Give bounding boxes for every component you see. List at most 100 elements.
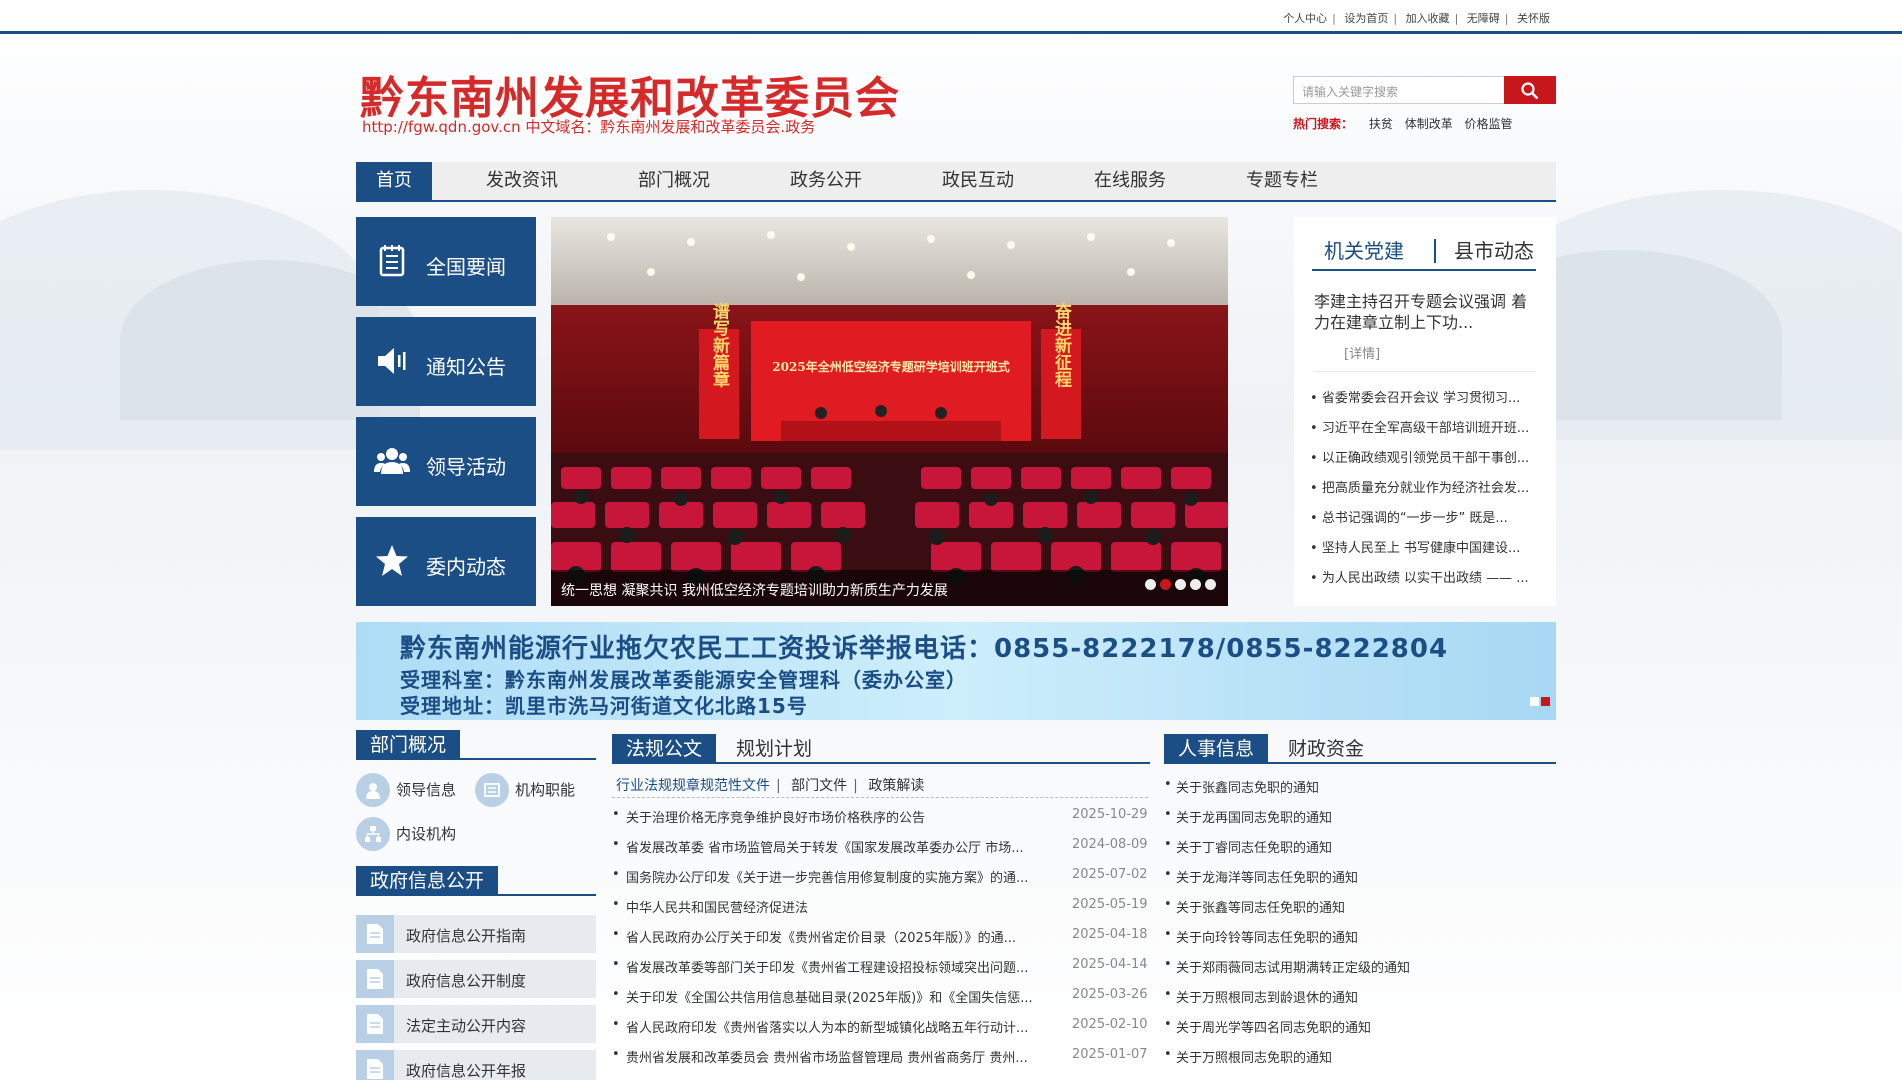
gov-info-system[interactable]: 政府信息公开制度	[356, 960, 596, 998]
list-item[interactable]: • 关于向玲铃等同志任免职的通知	[1164, 920, 1554, 950]
nav-interaction[interactable]: 政民互动	[928, 162, 1028, 200]
slider-dot-active[interactable]	[1160, 579, 1171, 590]
gov-info-section-title[interactable]: 政府信息公开	[356, 866, 499, 896]
table-row[interactable]: • 贵州省发展和改革委员会 贵州省市场监督管理局 贵州省商务厅 贵州... 2025…	[612, 1040, 1152, 1070]
law-title[interactable]: 省人民政府印发《贵州省落实以人为本的新型城镇化战略五年行动计...	[626, 1017, 1066, 1036]
subtab-industry-regulations[interactable]: 行业法规规章规范性文件	[616, 778, 770, 794]
slider-dot[interactable]	[1175, 579, 1186, 590]
law-title[interactable]: 贵州省发展和改革委员会 贵州省市场监督管理局 贵州省商务厅 贵州...	[626, 1047, 1066, 1066]
top-link-bookmark[interactable]: 加入收藏	[1406, 12, 1450, 25]
party-building-panel: 机关党建 县市动态 李建主持召开专题会议强调 着力在建章立制上下功... [详情…	[1294, 217, 1556, 606]
list-item[interactable]: • 关于郑雨薇同志试用期满转正定级的通知	[1164, 950, 1554, 980]
top-link-care-mode[interactable]: 关怀版	[1517, 12, 1550, 25]
top-link-set-homepage[interactable]: 设为首页	[1344, 12, 1388, 25]
tab-party-building[interactable]: 机关党建	[1324, 235, 1404, 264]
nav-home[interactable]: 首页	[356, 162, 432, 200]
nav-special-topics[interactable]: 专题专栏	[1232, 162, 1332, 200]
tab-personnel[interactable]: 人事信息	[1164, 734, 1269, 764]
list-item[interactable]: • 关于万照根同志到龄退休的通知	[1164, 980, 1554, 1010]
slide-image: 谱写新篇章 奋进新征程 2025年全州低空经济专题研学培训班开班式	[551, 217, 1228, 606]
quick-link-leader-activities[interactable]: 领导活动	[356, 417, 536, 506]
list-item[interactable]: • 关于张鑫等同志任免职的通知	[1164, 890, 1554, 920]
list-item[interactable]: • 关于张鑫同志免职的通知	[1164, 770, 1554, 800]
banner-dot-active[interactable]	[1541, 697, 1550, 706]
document-icon	[356, 1005, 394, 1043]
search-input[interactable]: 请输入关键字搜索	[1293, 76, 1505, 104]
list-item[interactable]: • 为人民出政绩 以实干出政绩 —— ...	[1310, 567, 1544, 597]
party-detail-link[interactable]: [详情]	[1344, 343, 1380, 362]
divider	[612, 797, 1148, 798]
gov-info-guide[interactable]: 政府信息公开指南	[356, 915, 596, 953]
tab-laws[interactable]: 法规公文	[612, 734, 717, 764]
gov-info-annual-report[interactable]: 政府信息公开年报	[356, 1050, 596, 1080]
news-slider[interactable]: 谱写新篇章 奋进新征程 2025年全州低空经济专题研学培训班开班式 统一思想 凝…	[551, 217, 1228, 606]
dept-leader-info[interactable]: 领导信息	[356, 773, 456, 807]
top-link-accessibility[interactable]: 无障碍	[1467, 12, 1500, 25]
slider-dot[interactable]	[1205, 579, 1216, 590]
dept-item-label: 内设机构	[396, 825, 457, 843]
people-icon	[374, 448, 410, 474]
main-nav: 首页 发改资讯 部门概况 政务公开 政民互动 在线服务 专题专栏	[356, 162, 1556, 202]
dept-functions[interactable]: 机构职能	[475, 773, 575, 807]
table-row[interactable]: • 关于印发《全国公共信用信息基础目录(2025年版)》和《全国失信惩... 202…	[612, 980, 1152, 1010]
list-item[interactable]: • 总书记强调的“一步一步” 既是...	[1310, 507, 1544, 537]
org-chart-icon	[356, 817, 390, 851]
banner-dot[interactable]	[1530, 697, 1539, 706]
list-item[interactable]: • 坚持人民至上 书写健康中国建设...	[1310, 537, 1544, 567]
search-button[interactable]	[1504, 76, 1556, 104]
banner-office: 受理科室：黔东南州发展改革委能源安全管理科（委办公室）	[400, 668, 967, 692]
list-item[interactable]: • 关于龙再国同志免职的通知	[1164, 800, 1554, 830]
nav-gov-affairs[interactable]: 政务公开	[776, 162, 876, 200]
gov-info-statutory-content[interactable]: 法定主动公开内容	[356, 1005, 596, 1043]
law-title[interactable]: 关于治理价格无序竞争维护良好市场价格秩序的公告	[626, 807, 1066, 826]
wage-complaint-banner[interactable]: 黔东南州能源行业拖欠农民工工资投诉举报电话：0855-8222178/0855-…	[356, 622, 1556, 720]
nav-dept-overview[interactable]: 部门概况	[624, 162, 724, 200]
quick-link-label: 领导活动	[426, 455, 506, 479]
list-item[interactable]: • 习近平在全军高级干部培训班开班...	[1310, 417, 1544, 447]
hot-search-term[interactable]: 扶贫	[1369, 117, 1393, 131]
slider-dot[interactable]	[1145, 579, 1156, 590]
tab-finance[interactable]: 财政资金	[1288, 734, 1364, 764]
top-link-personal-center[interactable]: 个人中心	[1283, 12, 1327, 25]
notepad-icon	[379, 245, 405, 277]
quick-link-notices[interactable]: 通知公告	[356, 317, 536, 406]
list-item[interactable]: • 关于龙海洋等同志任免职的通知	[1164, 860, 1554, 890]
hot-search-term[interactable]: 体制改革	[1405, 117, 1453, 131]
table-row[interactable]: • 关于治理价格无序竞争维护良好市场价格秩序的公告 2025-10-29	[612, 800, 1152, 830]
dept-section-title[interactable]: 部门概况	[356, 730, 461, 760]
nav-news[interactable]: 发改资讯	[472, 162, 572, 200]
hot-search-term[interactable]: 价格监管	[1465, 117, 1513, 131]
tab-plans[interactable]: 规划计划	[736, 734, 812, 764]
subtab-dept-documents[interactable]: 部门文件	[791, 778, 847, 794]
slide-caption[interactable]: 统一思想 凝聚共识 我州低空经济专题培训助力新质生产力发展	[551, 570, 1228, 606]
law-title[interactable]: 关于印发《全国公共信用信息基础目录(2025年版)》和《全国失信惩...	[626, 987, 1066, 1006]
list-item[interactable]: • 关于万照根同志免职的通知	[1164, 1040, 1554, 1070]
table-row[interactable]: • 省发展改革委等部门关于印发《贵州省工程建设招投标领域突出问题... 2025-0…	[612, 950, 1152, 980]
quick-link-national-news[interactable]: 全国要闻	[356, 217, 536, 306]
slide-left-banner: 谱写新篇章	[709, 301, 731, 388]
dept-internal-orgs[interactable]: 内设机构	[356, 817, 456, 851]
list-item[interactable]: • 以正确政绩观引领党员干部干事创...	[1310, 447, 1544, 477]
law-title[interactable]: 中华人民共和国民营经济促进法	[626, 897, 1066, 916]
law-title[interactable]: 省发展改革委等部门关于印发《贵州省工程建设招投标领域突出问题...	[626, 957, 1066, 976]
table-row[interactable]: • 中华人民共和国民营经济促进法 2025-05-19	[612, 890, 1152, 920]
table-row[interactable]: • 省发展改革委 省市场监管局关于转发《国家发展改革委办公厅 市场... 2024-…	[612, 830, 1152, 860]
law-date: 2025-04-14	[1072, 957, 1148, 972]
table-row[interactable]: • 国务院办公厅印发《关于进一步完善信用修复制度的实施方案》的通... 2025-0…	[612, 860, 1152, 890]
table-row[interactable]: • 省人民政府印发《贵州省落实以人为本的新型城镇化战略五年行动计... 2025-0…	[612, 1010, 1152, 1040]
law-title[interactable]: 省发展改革委 省市场监管局关于转发《国家发展改革委办公厅 市场...	[626, 837, 1066, 856]
list-item[interactable]: • 把高质量充分就业作为经济社会发...	[1310, 477, 1544, 507]
list-item[interactable]: • 关于丁睿同志任免职的通知	[1164, 830, 1554, 860]
tab-county-news[interactable]: 县市动态	[1454, 235, 1534, 264]
document-icon	[356, 915, 394, 953]
slider-dot[interactable]	[1190, 579, 1201, 590]
table-row[interactable]: • 省人民政府办公厅关于印发《贵州省定价目录（2025年版）》的通... 2025-…	[612, 920, 1152, 950]
party-headline[interactable]: 李建主持召开专题会议强调 着力在建章立制上下功...	[1314, 291, 1536, 333]
law-title[interactable]: 省人民政府办公厅关于印发《贵州省定价目录（2025年版）》的通...	[626, 927, 1066, 946]
nav-online-service[interactable]: 在线服务	[1080, 162, 1180, 200]
list-item[interactable]: • 关于周光学等四名同志免职的通知	[1164, 1010, 1554, 1040]
subtab-policy-interpretation[interactable]: 政策解读	[868, 778, 924, 794]
quick-link-internal-news[interactable]: 委内动态	[356, 517, 536, 606]
list-item[interactable]: • 省委常委会召开会议 学习贯彻习...	[1310, 387, 1544, 417]
law-title[interactable]: 国务院办公厅印发《关于进一步完善信用修复制度的实施方案》的通...	[626, 867, 1066, 886]
